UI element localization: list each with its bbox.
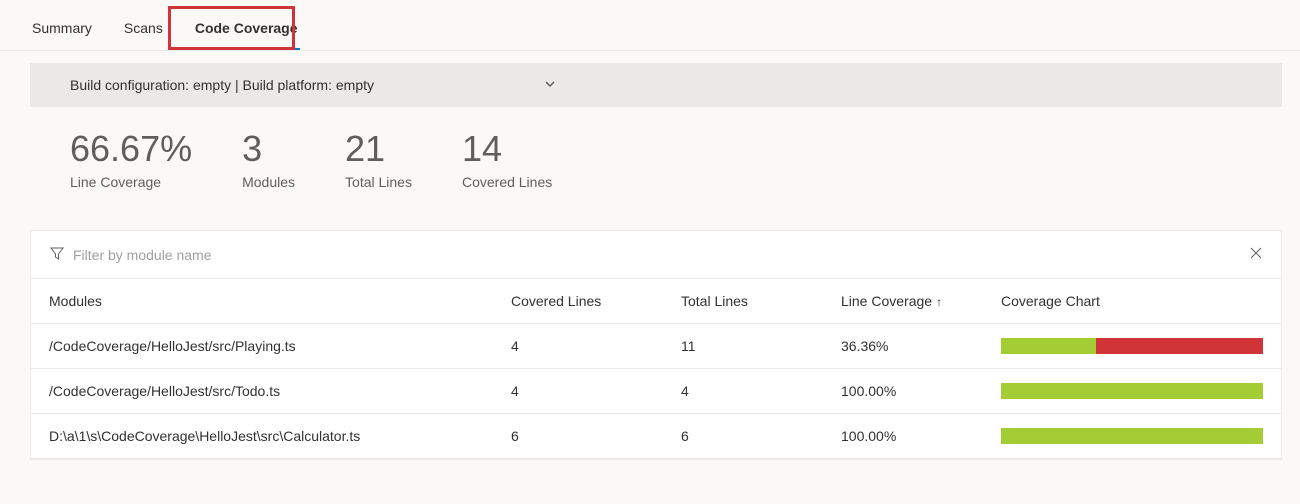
cell-covered: 4 [501,369,671,414]
tabs-bar: Summary Scans Code Coverage [0,0,1300,51]
table-header-row: Modules Covered Lines Total Lines Line C… [31,279,1281,324]
coverage-bar [1001,428,1263,444]
cell-total: 6 [671,414,831,459]
stat-line-coverage: 66.67% Line Coverage [70,127,192,190]
filter-row [31,231,1281,279]
stat-value: 21 [345,127,412,170]
build-config-bar[interactable]: Build configuration: empty | Build platf… [30,63,1282,107]
stat-label: Modules [242,174,295,190]
col-header-covered-lines[interactable]: Covered Lines [501,279,671,324]
stat-modules: 3 Modules [242,127,295,190]
coverage-bar [1001,383,1263,399]
cell-total: 4 [671,369,831,414]
col-header-modules[interactable]: Modules [31,279,501,324]
stat-label: Total Lines [345,174,412,190]
sort-arrow-up-icon: ↑ [936,295,942,309]
stat-label: Line Coverage [70,174,192,190]
cell-total: 11 [671,324,831,369]
cell-covered: 6 [501,414,671,459]
stat-label: Covered Lines [462,174,552,190]
stat-value: 14 [462,127,552,170]
cell-module: /CodeCoverage/HelloJest/src/Todo.ts [31,369,501,414]
filter-input[interactable] [73,247,1241,263]
stat-value: 66.67% [70,127,192,170]
table-row[interactable]: D:\a\1\s\CodeCoverage\HelloJest\src\Calc… [31,414,1281,459]
stat-value: 3 [242,127,295,170]
coverage-table: Modules Covered Lines Total Lines Line C… [31,279,1281,459]
coverage-bar [1001,338,1263,354]
table-row[interactable]: /CodeCoverage/HelloJest/src/Playing.ts 4… [31,324,1281,369]
cell-coverage: 36.36% [831,324,991,369]
close-icon[interactable] [1249,246,1263,263]
col-header-line-coverage[interactable]: Line Coverage↑ [831,279,991,324]
tab-code-coverage[interactable]: Code Coverage [193,14,300,50]
cell-module: /CodeCoverage/HelloJest/src/Playing.ts [31,324,501,369]
tab-scans[interactable]: Scans [122,14,165,50]
table-row[interactable]: /CodeCoverage/HelloJest/src/Todo.ts 4 4 … [31,369,1281,414]
cell-covered: 4 [501,324,671,369]
stat-covered-lines: 14 Covered Lines [462,127,552,190]
tab-summary[interactable]: Summary [30,14,94,50]
coverage-table-card: Modules Covered Lines Total Lines Line C… [30,230,1282,460]
cell-coverage: 100.00% [831,369,991,414]
cell-module: D:\a\1\s\CodeCoverage\HelloJest\src\Calc… [31,414,501,459]
col-header-total-lines[interactable]: Total Lines [671,279,831,324]
cell-coverage: 100.00% [831,414,991,459]
stats-row: 66.67% Line Coverage 3 Modules 21 Total … [30,127,1282,220]
col-header-coverage-chart[interactable]: Coverage Chart [991,279,1281,324]
filter-icon [49,245,65,264]
chevron-down-icon [544,77,556,93]
cell-chart [991,324,1281,369]
stat-total-lines: 21 Total Lines [345,127,412,190]
build-config-text: Build configuration: empty | Build platf… [70,77,374,93]
cell-chart [991,369,1281,414]
cell-chart [991,414,1281,459]
